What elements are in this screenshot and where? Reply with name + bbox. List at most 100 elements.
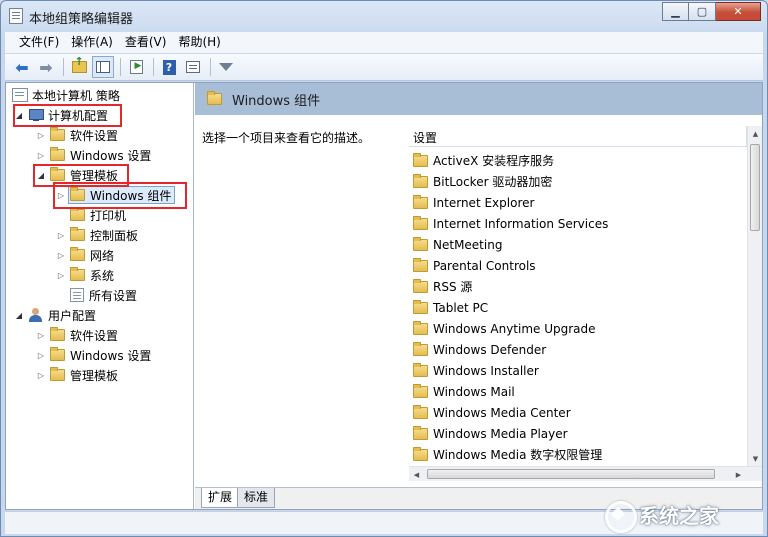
list-item[interactable]: Internet Explorer bbox=[413, 192, 534, 213]
folder-icon bbox=[413, 215, 428, 230]
list-item[interactable]: NetMeeting bbox=[413, 234, 502, 255]
watermark-logo-icon bbox=[601, 497, 639, 533]
tree-item-all-settings[interactable]: 所有设置 bbox=[70, 286, 137, 304]
list-item[interactable]: Windows Media Center bbox=[413, 402, 571, 423]
list-item-label: Windows Defender bbox=[433, 342, 547, 357]
up-one-level-button[interactable] bbox=[68, 55, 90, 78]
folder-icon bbox=[70, 247, 85, 261]
menu-help[interactable]: 帮助(H) bbox=[172, 32, 226, 53]
collapsed-triangle-icon[interactable]: ▷ bbox=[36, 151, 46, 160]
forward-button[interactable]: ➡ bbox=[35, 56, 57, 78]
column-header-setting[interactable]: 设置 bbox=[409, 126, 747, 147]
toolbar-separator bbox=[153, 58, 154, 76]
tree-item-label: 本地计算机 策略 bbox=[32, 88, 120, 103]
tree-item-user-administrative-templates[interactable]: ▷ 管理模板 bbox=[36, 366, 118, 384]
menu-view[interactable]: 查看(V) bbox=[119, 32, 173, 53]
tree-item-computer-software-settings[interactable]: ▷ 软件设置 bbox=[36, 126, 118, 144]
tree-item-network[interactable]: ▷ 网络 bbox=[56, 246, 114, 264]
details-header: Windows 组件 bbox=[195, 83, 762, 115]
list-item[interactable]: Tablet PC bbox=[413, 297, 488, 318]
horizontal-scroll-thumb[interactable] bbox=[427, 469, 715, 479]
list-item[interactable]: Windows Mail bbox=[413, 381, 515, 402]
export-list-button[interactable] bbox=[125, 56, 147, 78]
description-text: 选择一个项目来查看它的描述。 bbox=[202, 131, 371, 145]
help-button[interactable]: ? bbox=[158, 56, 180, 78]
list-item[interactable]: RSS 源 bbox=[413, 276, 472, 297]
back-button[interactable]: ⬅ bbox=[11, 56, 33, 78]
tree-item-local-computer-policy[interactable]: 本地计算机 策略 bbox=[12, 86, 120, 104]
filter-button[interactable] bbox=[215, 56, 237, 78]
close-button[interactable]: ✕ bbox=[716, 2, 761, 21]
folder-icon bbox=[413, 362, 428, 377]
vertical-scroll-thumb[interactable] bbox=[750, 144, 760, 231]
forward-arrow-icon: ➡ bbox=[39, 57, 53, 77]
list-item[interactable]: BitLocker 驱动器加密 bbox=[413, 171, 552, 192]
minimize-button[interactable]: ▁ bbox=[662, 2, 689, 21]
policy-document-icon bbox=[12, 88, 28, 102]
list-item-label: Windows Anytime Upgrade bbox=[433, 321, 596, 336]
collapsed-triangle-icon[interactable]: ▷ bbox=[36, 371, 46, 380]
folder-icon bbox=[413, 425, 428, 440]
list-item-label: RSS 源 bbox=[433, 280, 473, 294]
list-item-label: Parental Controls bbox=[433, 258, 536, 273]
folder-icon bbox=[413, 404, 428, 419]
list-item[interactable]: Windows Defender bbox=[413, 339, 546, 360]
collapsed-triangle-icon[interactable]: ▷ bbox=[36, 331, 46, 340]
all-settings-icon bbox=[70, 288, 84, 302]
tree-item-label: 打印机 bbox=[90, 208, 127, 223]
show-hide-console-tree-button[interactable] bbox=[92, 56, 114, 78]
maximize-button[interactable]: ▢ bbox=[689, 2, 716, 21]
tab-extended[interactable]: 扩展 bbox=[201, 488, 240, 508]
tree-item-user-software-settings[interactable]: ▷ 软件设置 bbox=[36, 326, 118, 344]
folder-icon bbox=[413, 194, 428, 209]
list-item-label: BitLocker 驱动器加密 bbox=[433, 175, 553, 189]
folder-icon bbox=[207, 91, 222, 105]
scroll-down-arrow-icon[interactable]: ▼ bbox=[748, 451, 763, 466]
description-panel: 选择一个项目来查看它的描述。 bbox=[195, 115, 409, 487]
list-item[interactable]: Windows Media 数字权限管理 bbox=[413, 444, 602, 465]
up-folder-icon bbox=[71, 55, 87, 73]
collapsed-triangle-icon[interactable]: ▷ bbox=[56, 271, 66, 280]
list-item[interactable]: ActiveX 安装程序服务 bbox=[413, 150, 554, 171]
folder-icon bbox=[413, 446, 428, 461]
folder-icon bbox=[413, 299, 428, 314]
folder-icon bbox=[413, 236, 428, 251]
user-icon bbox=[28, 308, 44, 322]
collapsed-triangle-icon[interactable]: ▷ bbox=[36, 131, 46, 140]
scroll-up-arrow-icon[interactable]: ▲ bbox=[748, 126, 763, 141]
collapsed-triangle-icon[interactable]: ▷ bbox=[56, 231, 66, 240]
list-item[interactable]: Windows Media Player bbox=[413, 423, 568, 444]
menu-action[interactable]: 操作(A) bbox=[65, 32, 119, 53]
list-item-label: Windows Media Player bbox=[433, 426, 568, 441]
list-item[interactable]: Internet Information Services bbox=[413, 213, 608, 234]
horizontal-scrollbar[interactable]: ◀ ▶ bbox=[409, 466, 762, 481]
list-item[interactable]: Windows Installer bbox=[413, 360, 539, 381]
tree-item-label: 软件设置 bbox=[70, 128, 119, 143]
list-item-label: Internet Explorer bbox=[433, 195, 535, 210]
tree-item-system[interactable]: ▷ 系统 bbox=[56, 266, 114, 284]
vertical-scrollbar[interactable]: ▲ ▼ bbox=[747, 126, 762, 466]
collapsed-triangle-icon[interactable]: ▷ bbox=[56, 251, 66, 260]
scroll-right-arrow-icon[interactable]: ▶ bbox=[731, 467, 746, 482]
folder-icon bbox=[413, 320, 428, 335]
tree-item-label: 用户配置 bbox=[48, 308, 97, 323]
expanded-triangle-icon[interactable]: ◢ bbox=[14, 311, 24, 320]
tab-standard[interactable]: 标准 bbox=[237, 488, 276, 508]
group-policy-editor-window: 本地组策略编辑器 ▁ ▢ ✕ 文件(F) 操作(A) 查看(V) 帮助(H) ⬅… bbox=[0, 0, 768, 537]
folder-icon bbox=[413, 152, 428, 167]
list-item[interactable]: Parental Controls bbox=[413, 255, 536, 276]
menu-file[interactable]: 文件(F) bbox=[5, 32, 65, 53]
show-hide-tree-icon bbox=[96, 61, 110, 73]
tree-item-computer-windows-settings[interactable]: ▷ Windows 设置 bbox=[36, 146, 151, 164]
properties-button[interactable] bbox=[182, 56, 204, 78]
title-bar[interactable]: 本地组策略编辑器 ▁ ▢ ✕ bbox=[1, 1, 767, 31]
scroll-left-arrow-icon[interactable]: ◀ bbox=[409, 467, 424, 482]
watermark: 系统之家 bbox=[601, 495, 761, 533]
list-item[interactable]: Windows Anytime Upgrade bbox=[413, 318, 596, 339]
details-header-title: Windows 组件 bbox=[232, 93, 321, 109]
tree-item-user-windows-settings[interactable]: ▷ Windows 设置 bbox=[36, 346, 151, 364]
export-list-icon bbox=[129, 60, 143, 74]
collapsed-triangle-icon[interactable]: ▷ bbox=[36, 351, 46, 360]
tree-item-control-panel[interactable]: ▷ 控制面板 bbox=[56, 226, 138, 244]
tree-item-user-configuration[interactable]: ◢ 用户配置 bbox=[14, 306, 96, 324]
